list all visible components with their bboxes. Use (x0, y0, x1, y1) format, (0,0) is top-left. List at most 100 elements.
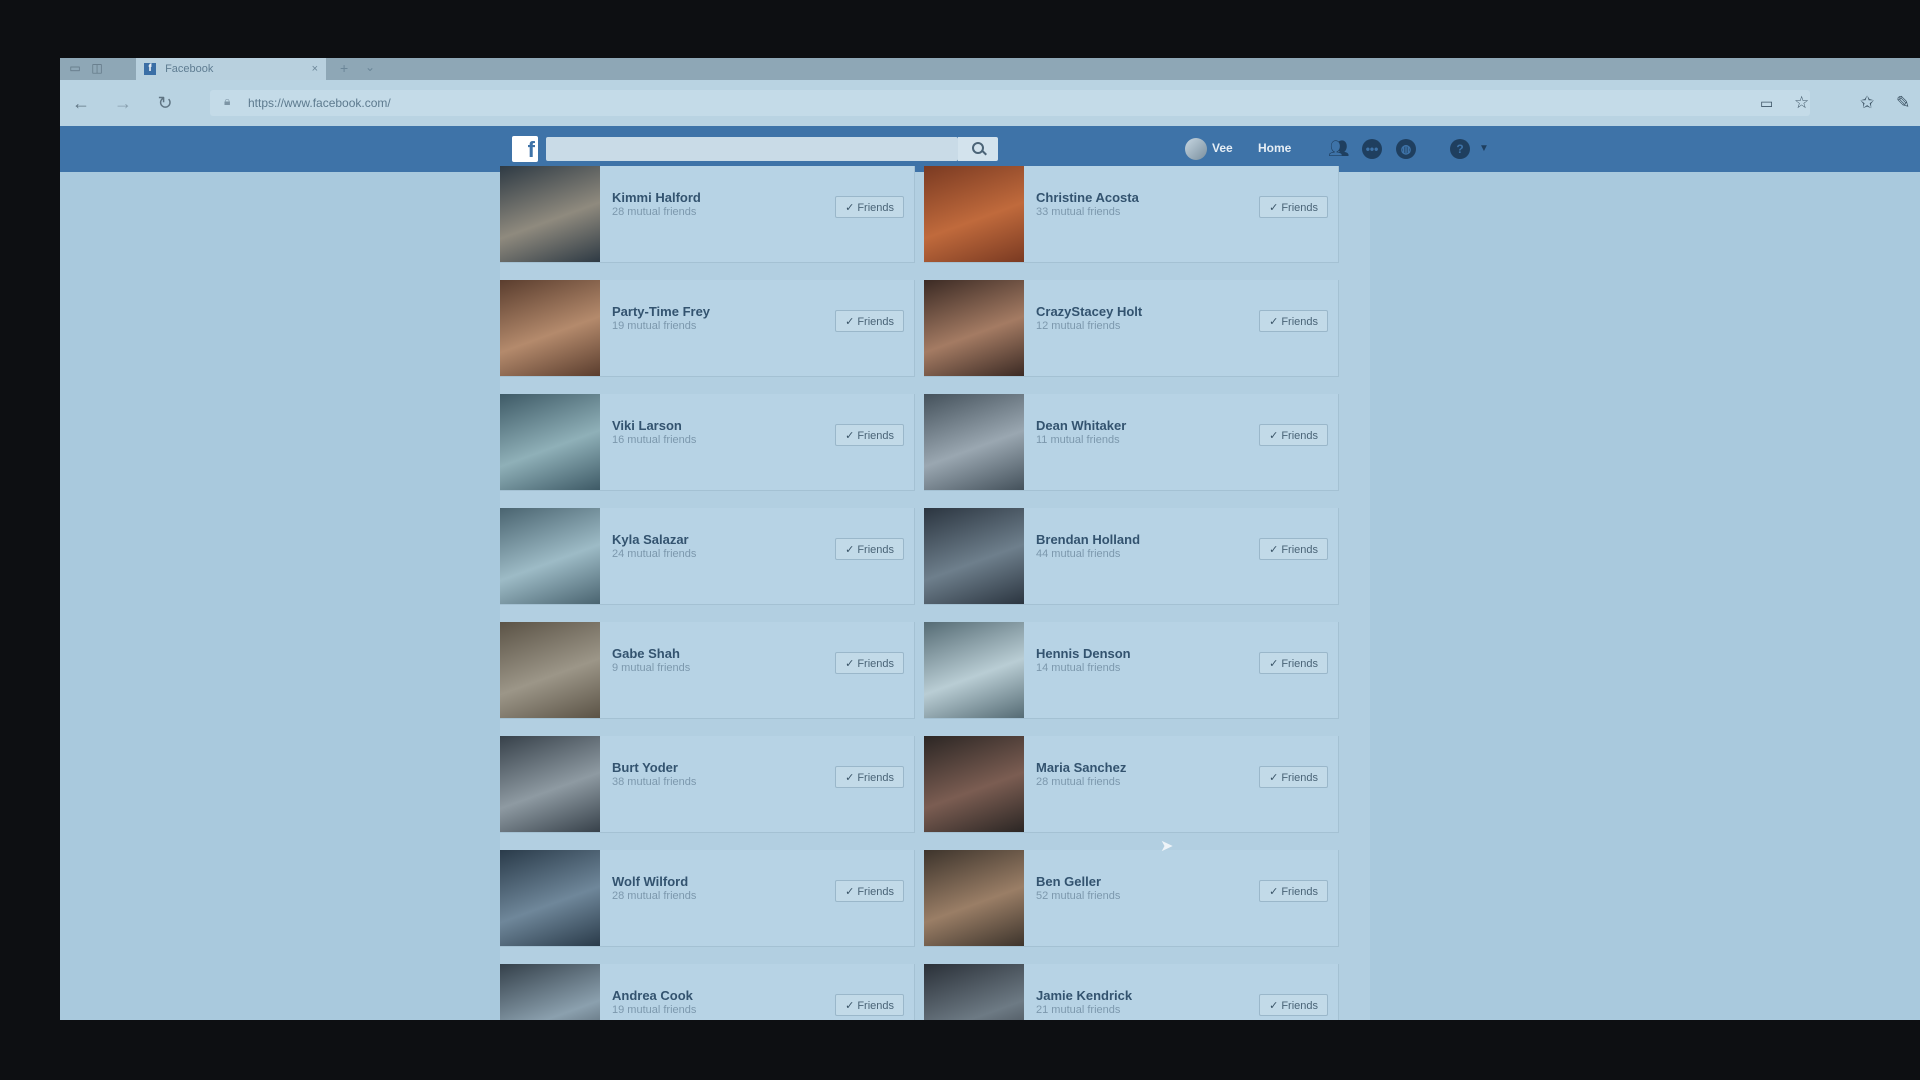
new-tab-icon[interactable]: + (340, 60, 348, 76)
friends-button-label: Friends (1281, 772, 1318, 784)
user-name-link[interactable]: Vee (1212, 141, 1233, 155)
friend-profile-photo[interactable] (924, 964, 1024, 1020)
friends-status-button[interactable]: ✓ Friends (835, 880, 904, 902)
reading-view-icon[interactable]: ▭ (1760, 92, 1773, 114)
friend-profile-photo[interactable] (924, 850, 1024, 946)
friends-status-button[interactable]: ✓ Friends (835, 310, 904, 332)
favorite-star-icon[interactable]: ☆ (1794, 92, 1809, 114)
friend-name-link[interactable]: Jamie Kendrick (1036, 988, 1132, 1003)
messages-icon[interactable]: ••• (1362, 139, 1382, 159)
friends-status-button[interactable]: ✓ Friends (835, 652, 904, 674)
forward-icon[interactable]: → (112, 92, 134, 114)
friend-name-link[interactable]: Ben Geller (1036, 874, 1101, 889)
friend-profile-photo[interactable] (500, 964, 600, 1020)
mutual-friends-count[interactable]: 12 mutual friends (1036, 320, 1120, 332)
friend-name-link[interactable]: Gabe Shah (612, 646, 680, 661)
friend-profile-photo[interactable] (924, 394, 1024, 490)
friends-status-button[interactable]: ✓ Friends (1259, 880, 1328, 902)
friend-profile-photo[interactable] (500, 280, 600, 376)
mutual-friends-count[interactable]: 19 mutual friends (612, 320, 696, 332)
friend-name-link[interactable]: Brendan Holland (1036, 532, 1140, 547)
friends-button-label: Friends (1281, 1000, 1318, 1012)
browser-tab-bar: ▭ ◫ f Facebook × + ⌄ (60, 58, 1920, 80)
search-button[interactable] (958, 137, 998, 161)
friend-name-link[interactable]: Andrea Cook (612, 988, 693, 1003)
tab-preview-icon[interactable]: ◫ (90, 62, 104, 74)
friend-profile-photo[interactable] (500, 166, 600, 262)
friend-name-link[interactable]: Hennis Denson (1036, 646, 1131, 661)
friend-profile-photo[interactable] (924, 508, 1024, 604)
checkmark-icon: ✓ (845, 316, 855, 328)
friends-status-button[interactable]: ✓ Friends (835, 766, 904, 788)
friend-requests-icon[interactable]: 👥︎ (1328, 139, 1350, 159)
friend-name-link[interactable]: Kimmi Halford (612, 190, 701, 205)
mutual-friends-count[interactable]: 11 mutual friends (1036, 434, 1120, 446)
friend-name-link[interactable]: Maria Sanchez (1036, 760, 1126, 775)
friend-profile-photo[interactable] (924, 622, 1024, 718)
facebook-search-input[interactable] (546, 137, 958, 161)
address-bar[interactable]: 🔒︎ https://www.facebook.com/ (210, 90, 1810, 116)
friends-status-button[interactable]: ✓ Friends (835, 196, 904, 218)
mutual-friends-count[interactable]: 38 mutual friends (612, 776, 696, 788)
friends-status-button[interactable]: ✓ Friends (835, 424, 904, 446)
friends-status-button[interactable]: ✓ Friends (835, 538, 904, 560)
friend-profile-photo[interactable] (924, 166, 1024, 262)
reload-icon[interactable]: ↻ (154, 92, 176, 114)
mutual-friends-count[interactable]: 28 mutual friends (612, 206, 696, 218)
mutual-friends-count[interactable]: 16 mutual friends (612, 434, 696, 446)
friend-name-link[interactable]: Burt Yoder (612, 760, 678, 775)
user-avatar[interactable] (1185, 138, 1207, 160)
mutual-friends-count[interactable]: 33 mutual friends (1036, 206, 1120, 218)
friend-profile-photo[interactable] (500, 622, 600, 718)
checkmark-icon: ✓ (1269, 1000, 1279, 1012)
friend-name-link[interactable]: Kyla Salazar (612, 532, 689, 547)
friends-status-button[interactable]: ✓ Friends (1259, 766, 1328, 788)
mutual-friends-count[interactable]: 44 mutual friends (1036, 548, 1120, 560)
friend-name-link[interactable]: Party-Time Frey (612, 304, 710, 319)
facebook-logo-icon[interactable]: f (512, 136, 538, 162)
friend-name-link[interactable]: Christine Acosta (1036, 190, 1139, 205)
mutual-friends-count[interactable]: 28 mutual friends (1036, 776, 1120, 788)
friend-profile-photo[interactable] (500, 736, 600, 832)
friend-profile-photo[interactable] (500, 850, 600, 946)
friends-status-button[interactable]: ✓ Friends (1259, 652, 1328, 674)
friends-status-button[interactable]: ✓ Friends (1259, 424, 1328, 446)
friends-button-label: Friends (857, 430, 894, 442)
friends-status-button[interactable]: ✓ Friends (1259, 196, 1328, 218)
friends-status-button[interactable]: ✓ Friends (1259, 994, 1328, 1016)
mutual-friends-count[interactable]: 24 mutual friends (612, 548, 696, 560)
url-text: https://www.facebook.com/ (248, 96, 391, 110)
friend-name-link[interactable]: CrazyStacey Holt (1036, 304, 1142, 319)
friends-status-button[interactable]: ✓ Friends (1259, 310, 1328, 332)
friend-profile-photo[interactable] (500, 394, 600, 490)
help-icon[interactable]: ? (1450, 139, 1470, 159)
mutual-friends-count[interactable]: 14 mutual friends (1036, 662, 1120, 674)
checkmark-icon: ✓ (845, 658, 855, 670)
mutual-friends-count[interactable]: 21 mutual friends (1036, 1004, 1120, 1016)
web-note-icon[interactable]: ✎ (1896, 92, 1910, 114)
friends-status-button[interactable]: ✓ Friends (1259, 538, 1328, 560)
friends-status-button[interactable]: ✓ Friends (835, 994, 904, 1016)
friend-profile-photo[interactable] (500, 508, 600, 604)
friend-name-link[interactable]: Viki Larson (612, 418, 682, 433)
favorites-hub-icon[interactable]: ✩ (1860, 92, 1874, 114)
mutual-friends-count[interactable]: 28 mutual friends (612, 890, 696, 902)
friend-profile-photo[interactable] (924, 280, 1024, 376)
friend-name-link[interactable]: Wolf Wilford (612, 874, 688, 889)
window-menu-icon[interactable]: ▭ (68, 62, 82, 74)
back-icon[interactable]: ← (70, 92, 92, 114)
friend-profile-photo[interactable] (924, 736, 1024, 832)
mutual-friends-count[interactable]: 9 mutual friends (612, 662, 690, 674)
friends-button-label: Friends (857, 544, 894, 556)
home-link[interactable]: Home (1258, 141, 1291, 155)
account-menu-chevron-icon[interactable]: ▼ (1474, 139, 1494, 159)
friend-name-link[interactable]: Dean Whitaker (1036, 418, 1126, 433)
notifications-globe-icon[interactable]: ◍ (1396, 139, 1416, 159)
checkmark-icon: ✓ (1269, 202, 1279, 214)
browser-tab[interactable]: f Facebook × (136, 58, 326, 80)
mutual-friends-count[interactable]: 52 mutual friends (1036, 890, 1120, 902)
tab-list-icon[interactable]: ⌄ (365, 60, 375, 74)
tab-close-icon[interactable]: × (312, 58, 318, 80)
mutual-friends-count[interactable]: 19 mutual friends (612, 1004, 696, 1016)
checkmark-icon: ✓ (845, 886, 855, 898)
